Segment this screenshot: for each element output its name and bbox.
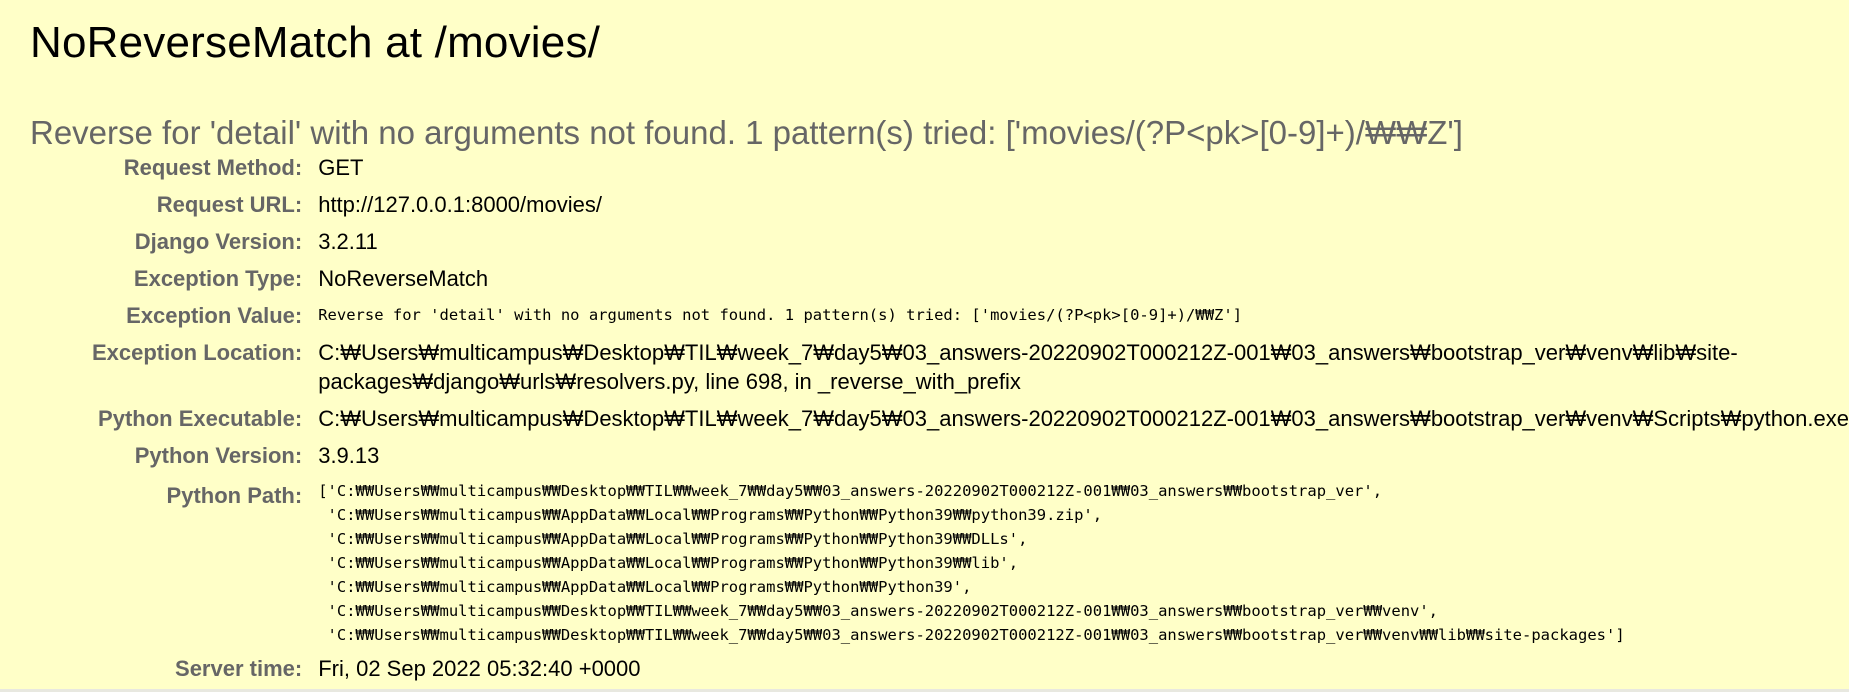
meta-cell-exception-value: Reverse for 'detail' with no arguments n… — [318, 301, 1849, 338]
meta-row-server-time: Server time: Fri, 02 Sep 2022 05:32:40 +… — [60, 654, 1849, 691]
meta-row-python-version: Python Version: 3.9.13 — [60, 441, 1849, 478]
meta-row-exception-value: Exception Value: Reverse for 'detail' wi… — [60, 301, 1849, 338]
python-path-line: 'C:₩₩Users₩₩multicampus₩₩AppData₩₩Local₩… — [318, 506, 1103, 524]
meta-label: Request URL: — [156, 192, 303, 217]
meta-label: Python Path: — [166, 483, 303, 508]
meta-value-python-executable: C:₩Users₩multicampus₩Desktop₩TIL₩week_7₩… — [318, 406, 1849, 431]
meta-label: Exception Location: — [91, 340, 303, 365]
python-path-line: 'C:₩₩Users₩₩multicampus₩₩Desktop₩₩TIL₩₩w… — [318, 602, 1439, 620]
meta-label: Exception Value: — [126, 303, 303, 328]
python-path-line: 'C:₩₩Users₩₩multicampus₩₩Desktop₩₩TIL₩₩w… — [318, 626, 1625, 644]
meta-value-request-url: http://127.0.0.1:8000/movies/ — [318, 192, 602, 217]
meta-label: Exception Type: — [133, 266, 303, 291]
meta-value-exception-type: NoReverseMatch — [318, 266, 489, 291]
meta-label: Request Method: — [123, 155, 303, 180]
meta-row-request-method: Request Method: GET — [60, 153, 1849, 190]
meta-row-exception-location: Exception Location: C:₩Users₩multicampus… — [60, 338, 1849, 404]
meta-value-django-version: 3.2.11 — [318, 229, 378, 254]
meta-value-python-version: 3.9.13 — [318, 443, 380, 468]
meta-label: Python Executable: — [98, 406, 303, 431]
meta-value-exception-value: Reverse for 'detail' with no arguments n… — [318, 306, 1243, 324]
meta-value-python-path: ['C:₩₩Users₩₩multicampus₩₩Desktop₩₩TIL₩₩… — [318, 478, 1849, 654]
meta-value-request-method: GET — [318, 155, 364, 180]
meta-label: Django Version: — [134, 229, 303, 254]
meta-row-python-path: Python Path: ['C:₩₩Users₩₩multicampus₩₩D… — [60, 478, 1849, 654]
exception-subtitle: Reverse for 'detail' with no arguments n… — [30, 114, 1463, 151]
meta-row-request-url: Request URL: http://127.0.0.1:8000/movie… — [60, 190, 1849, 227]
meta-label: Python Version: — [134, 443, 303, 468]
meta-value-exception-location: C:₩Users₩multicampus₩Desktop₩TIL₩week_7₩… — [318, 340, 1738, 394]
python-path-line: 'C:₩₩Users₩₩multicampus₩₩AppData₩₩Local₩… — [318, 578, 972, 596]
meta-value-server-time: Fri, 02 Sep 2022 05:32:40 +0000 — [318, 656, 641, 681]
meta-label: Server time: — [175, 656, 303, 681]
python-path-line: ['C:₩₩Users₩₩multicampus₩₩Desktop₩₩TIL₩₩… — [318, 482, 1383, 500]
page-title: NoReverseMatch at /movies/ — [30, 18, 601, 67]
meta-row-exception-type: Exception Type: NoReverseMatch — [60, 264, 1849, 301]
meta-row-django-version: Django Version: 3.2.11 — [60, 227, 1849, 264]
meta-row-python-executable: Python Executable: C:₩Users₩multicampus₩… — [60, 404, 1849, 441]
error-summary: NoReverseMatch at /movies/ Reverse for '… — [0, 0, 1849, 692]
python-path-line: 'C:₩₩Users₩₩multicampus₩₩AppData₩₩Local₩… — [318, 554, 1019, 572]
request-meta-table: Request Method: GET Request URL: http://… — [60, 153, 1849, 691]
python-path-line: 'C:₩₩Users₩₩multicampus₩₩AppData₩₩Local₩… — [318, 530, 1028, 548]
